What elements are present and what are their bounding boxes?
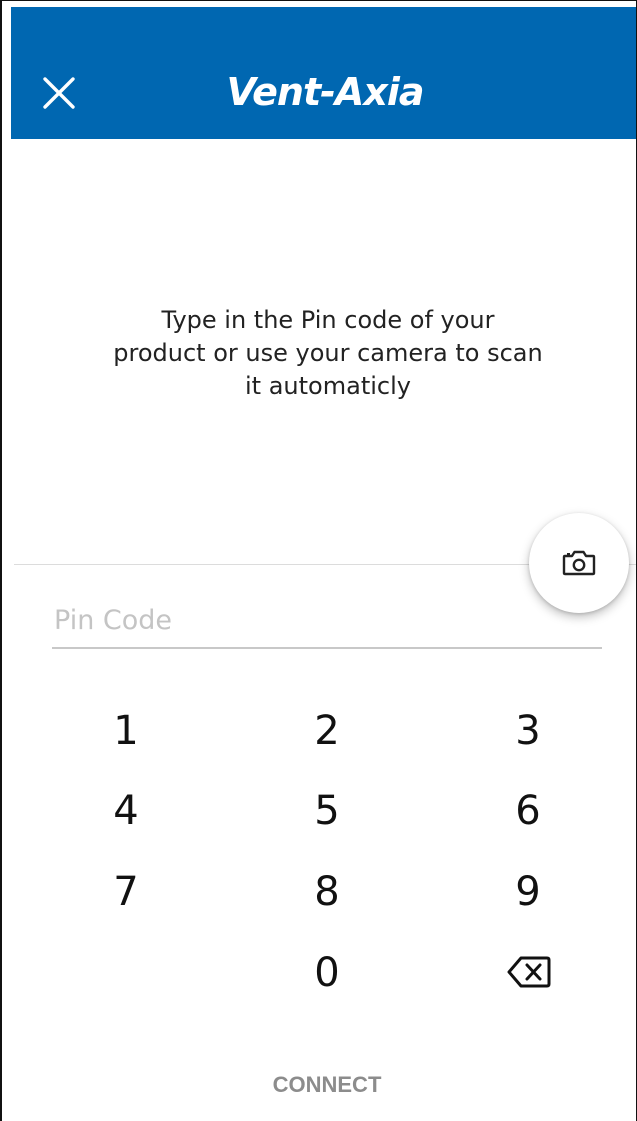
keypad-key-4[interactable]: 4 [81,776,171,846]
keypad-key-8[interactable]: 8 [282,857,372,927]
keypad-key-7[interactable]: 7 [81,857,171,927]
app-screen: Vent-Axia Type in the Pin code of your p… [0,0,637,1121]
keypad-key-5[interactable]: 5 [282,776,372,846]
instruction-text: Type in the Pin code of your product or … [113,306,543,400]
keypad-backspace-button[interactable] [493,941,563,1001]
keypad-key-2[interactable]: 2 [282,696,372,766]
brand-logo: Vent-Axia [226,70,425,114]
pin-code-input[interactable] [52,593,602,649]
keypad-key-6[interactable]: 6 [483,776,573,846]
connect-button[interactable]: CONNECT [227,1067,427,1103]
app-header: Vent-Axia [11,7,636,139]
keypad-key-9[interactable]: 9 [483,857,573,927]
camera-icon [562,550,596,576]
backspace-icon [507,956,551,988]
keypad-key-0[interactable]: 0 [282,938,372,1008]
keypad-key-3[interactable]: 3 [483,696,573,766]
keypad-key-1[interactable]: 1 [81,696,171,766]
